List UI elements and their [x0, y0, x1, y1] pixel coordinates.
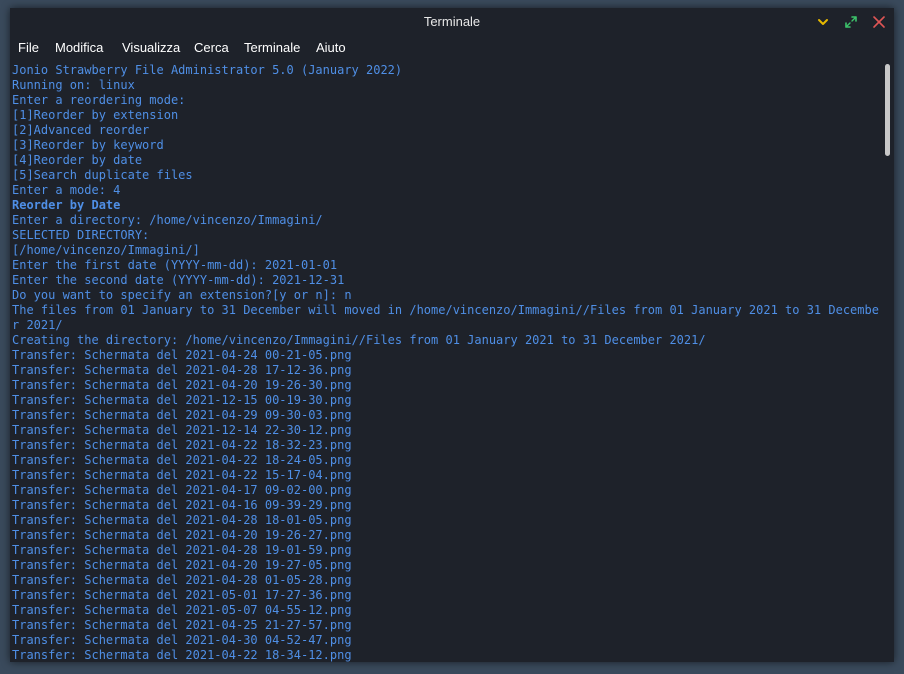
terminal-line: Transfer: Schermata del 2021-04-28 01-05…	[12, 573, 352, 587]
menu-cerca[interactable]: Cerca	[194, 36, 229, 60]
terminal-line: [1]Reorder by extension	[12, 108, 179, 122]
terminal-line: Transfer: Schermata del 2021-04-22 18-24…	[12, 453, 352, 467]
terminal-line: Transfer: Schermata del 2021-04-30 04-52…	[12, 633, 352, 647]
terminal-line: Creating the directory: /home/vincenzo/I…	[12, 333, 706, 347]
terminal-line: Reorder by Date	[12, 198, 121, 212]
terminal-line: [2]Advanced reorder	[12, 123, 150, 137]
terminal-line: Enter a mode: 4	[12, 183, 121, 197]
terminal-line: [3]Reorder by keyword	[12, 138, 164, 152]
close-button[interactable]	[871, 14, 887, 30]
terminal-lines: Jonio Strawberry File Administrator 5.0 …	[12, 63, 880, 662]
terminal-output[interactable]: Jonio Strawberry File Administrator 5.0 …	[10, 60, 880, 662]
terminal-line: SELECTED DIRECTORY:	[12, 228, 150, 242]
terminal-line: [5]Search duplicate files	[12, 168, 193, 182]
scrollbar-thumb[interactable]	[885, 64, 890, 156]
terminal-line: Transfer: Schermata del 2021-04-29 09-30…	[12, 408, 352, 422]
terminal-line: Enter the second date (YYYY-mm-dd): 2021…	[12, 273, 345, 287]
terminal-line: Transfer: Schermata del 2021-04-20 19-26…	[12, 528, 352, 542]
terminal-line: Jonio Strawberry File Administrator 5.0 …	[12, 63, 403, 77]
menu-visualizza[interactable]: Visualizza	[122, 36, 180, 60]
window-title: Terminale	[423, 14, 481, 29]
terminal-line: Transfer: Schermata del 2021-04-17 09-02…	[12, 483, 352, 497]
expand-icon	[845, 16, 857, 28]
terminal-line: Transfer: Schermata del 2021-04-28 19-01…	[12, 543, 352, 557]
terminal-line: Enter a directory: /home/vincenzo/Immagi…	[12, 213, 323, 227]
terminal-line: Do you want to specify an extension?[y o…	[12, 288, 352, 302]
terminal-line: Enter a reordering mode:	[12, 93, 186, 107]
terminal-line: Transfer: Schermata del 2021-04-22 18-32…	[12, 438, 352, 452]
terminal-line: Transfer: Schermata del 2021-04-16 09-39…	[12, 498, 352, 512]
terminal-line: Running on: linux	[12, 78, 135, 92]
terminal-line: Transfer: Schermata del 2021-04-28 17-12…	[12, 363, 352, 377]
title-bar[interactable]: Terminale	[10, 8, 894, 36]
terminal-line: Transfer: Schermata del 2021-04-24 00-21…	[12, 348, 352, 362]
menu-bar: File Modifica Visualizza Cerca Terminale…	[10, 36, 894, 60]
terminal-line: Transfer: Schermata del 2021-05-01 17-27…	[12, 588, 352, 602]
vertical-scrollbar[interactable]	[882, 60, 894, 662]
terminal-line: Transfer: Schermata del 2021-12-14 22-30…	[12, 423, 352, 437]
terminal-line: [/home/vincenzo/Immagini/]	[12, 243, 200, 257]
terminal-line: Transfer: Schermata del 2021-04-25 21-27…	[12, 618, 352, 632]
terminal-line: Transfer: Schermata del 2021-04-20 19-27…	[12, 558, 352, 572]
terminal-line: Transfer: Schermata del 2021-04-22 15-17…	[12, 468, 352, 482]
terminal-line: [4]Reorder by date	[12, 153, 143, 167]
terminal-line: Transfer: Schermata del 2021-04-20 19-26…	[12, 378, 352, 392]
menu-terminale[interactable]: Terminale	[244, 36, 300, 60]
menu-modifica[interactable]: Modifica	[55, 36, 103, 60]
terminal-line: Transfer: Schermata del 2021-12-15 00-19…	[12, 393, 352, 407]
menu-aiuto[interactable]: Aiuto	[316, 36, 346, 60]
terminal-line: Transfer: Schermata del 2021-04-22 18-34…	[12, 648, 352, 662]
chevron-down-icon	[818, 19, 828, 25]
menu-file[interactable]: File	[18, 36, 39, 60]
terminal-window: Terminale File Modifica Visualizza Cerca…	[10, 8, 894, 662]
terminal-line: Transfer: Schermata del 2021-05-07 04-55…	[12, 603, 352, 617]
close-icon	[873, 16, 885, 28]
terminal-line: Enter the first date (YYYY-mm-dd): 2021-…	[12, 258, 338, 272]
minimize-button[interactable]	[815, 14, 831, 30]
terminal-line: Transfer: Schermata del 2021-04-28 18-01…	[12, 513, 352, 527]
terminal-line: The files from 01 January to 31 December…	[12, 303, 879, 332]
maximize-button[interactable]	[843, 14, 859, 30]
